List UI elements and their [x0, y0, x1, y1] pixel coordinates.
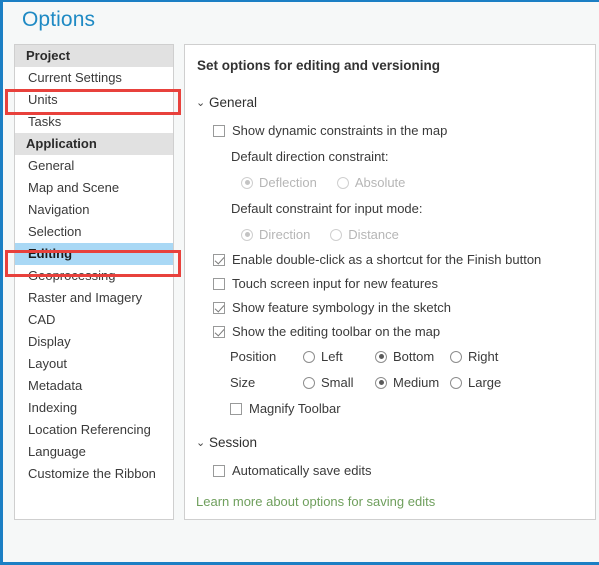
radio-direction[interactable]: Direction [241, 227, 310, 242]
radio-label: Deflection [259, 175, 317, 190]
sidebar-item-tasks[interactable]: Tasks [15, 111, 173, 133]
radio-icon [303, 376, 315, 389]
options-dialog: Options Project Current Settings Units T… [0, 0, 599, 565]
options-sidebar: Project Current Settings Units Tasks App… [14, 44, 174, 520]
radio-icon [303, 350, 315, 363]
section-session-label: Session [209, 435, 258, 450]
sidebar-item-units[interactable]: Units [15, 89, 173, 111]
checkbox-show-dynamic-constraints[interactable]: Show dynamic constraints in the map [213, 123, 447, 138]
radio-label: Absolute [354, 175, 406, 190]
checkbox-show-feature-symbology[interactable]: Show feature symbology in the sketch [213, 300, 451, 315]
section-general-label: General [209, 95, 258, 110]
radio-icon [450, 376, 462, 389]
radio-absolute[interactable]: Absolute [336, 175, 406, 190]
radio-label: Direction [259, 227, 311, 242]
page-title: Options [22, 8, 96, 31]
radio-size-medium[interactable]: Medium [375, 375, 439, 390]
label-default-input-mode-constraint: Default constraint for input mode: [231, 201, 423, 216]
checkbox-label: Show feature symbology in the sketch [232, 300, 451, 315]
sidebar-item-selection[interactable]: Selection [15, 221, 173, 243]
checkbox-icon [213, 277, 225, 290]
checkbox-label: Automatically save edits [232, 463, 372, 478]
radio-size-large[interactable]: Large [450, 375, 501, 390]
sidebar-item-location-referencing[interactable]: Location Referencing [15, 419, 173, 441]
checkbox-show-editing-toolbar[interactable]: Show the editing toolbar on the map [213, 324, 440, 339]
radio-icon [241, 176, 253, 189]
checkbox-label: Show the editing toolbar on the map [232, 324, 441, 339]
sidebar-item-cad[interactable]: CAD [15, 309, 173, 331]
sidebar-item-editing[interactable]: Editing [15, 243, 173, 265]
sidebar-item-metadata[interactable]: Metadata [15, 375, 173, 397]
sidebar-item-indexing[interactable]: Indexing [15, 397, 173, 419]
label-default-direction-constraint: Default direction constraint: [231, 149, 389, 164]
radio-position-right[interactable]: Right [450, 349, 498, 364]
sidebar-item-language[interactable]: Language [15, 441, 173, 463]
checkbox-label: Touch screen input for new features [232, 276, 438, 291]
sidebar-group-header-project: Project [15, 45, 173, 67]
checkbox-icon [213, 464, 225, 477]
checkbox-touch-screen-input[interactable]: Touch screen input for new features [213, 276, 438, 291]
sidebar-item-geoprocessing[interactable]: Geoprocessing [15, 265, 173, 287]
radio-icon [375, 376, 387, 389]
sidebar-item-customize-the-ribbon[interactable]: Customize the Ribbon [15, 463, 173, 485]
radio-label: Medium [393, 375, 440, 390]
learn-more-link[interactable]: Learn more about options for saving edit… [196, 494, 435, 509]
options-content-panel: Set options for editing and versioning ⌄… [184, 44, 596, 520]
radio-label: Right [468, 349, 499, 364]
checkbox-icon [213, 124, 225, 137]
checkbox-icon [213, 325, 225, 338]
radio-position-left[interactable]: Left [303, 349, 343, 364]
radio-label: Distance [348, 227, 399, 242]
sidebar-item-navigation[interactable]: Navigation [15, 199, 173, 221]
sidebar-item-display[interactable]: Display [15, 331, 173, 353]
chevron-down-icon: ⌄ [196, 97, 206, 109]
checkbox-automatically-save-edits[interactable]: Automatically save edits [213, 463, 371, 478]
content-heading: Set options for editing and versioning [197, 58, 441, 73]
radio-icon [241, 228, 253, 241]
section-session[interactable]: ⌄ Session [196, 435, 257, 450]
checkbox-magnify-toolbar[interactable]: Magnify Toolbar [230, 401, 341, 416]
radiogroup-default-direction-constraint: Deflection Absolute [241, 175, 405, 190]
checkbox-icon [213, 253, 225, 266]
checkbox-enable-double-click[interactable]: Enable double-click as a shortcut for th… [213, 252, 541, 267]
radio-position-bottom[interactable]: Bottom [375, 349, 434, 364]
radiogroup-default-input-mode-constraint: Direction Distance [241, 227, 399, 242]
label-size: Size [230, 375, 256, 390]
section-general[interactable]: ⌄ General [196, 95, 257, 110]
radio-distance[interactable]: Distance [330, 227, 399, 242]
radio-label: Left [321, 349, 343, 364]
sidebar-item-layout[interactable]: Layout [15, 353, 173, 375]
checkbox-label: Magnify Toolbar [249, 401, 341, 416]
radio-label: Small [321, 375, 354, 390]
radio-icon [330, 228, 343, 241]
sidebar-item-raster-and-imagery[interactable]: Raster and Imagery [15, 287, 173, 309]
sidebar-item-general[interactable]: General [15, 155, 173, 177]
chevron-down-icon: ⌄ [196, 437, 206, 449]
radio-icon [375, 350, 387, 363]
sidebar-item-current-settings[interactable]: Current Settings [15, 67, 173, 89]
sidebar-item-map-and-scene[interactable]: Map and Scene [15, 177, 173, 199]
radio-deflection[interactable]: Deflection [241, 175, 317, 190]
checkbox-label: Enable double-click as a shortcut for th… [232, 252, 542, 267]
radio-label: Large [468, 375, 502, 390]
radio-label: Bottom [393, 349, 435, 364]
checkbox-icon [230, 402, 242, 415]
checkbox-label: Show dynamic constraints in the map [232, 123, 448, 138]
sidebar-group-header-application: Application [15, 133, 173, 155]
checkbox-icon [213, 301, 225, 314]
label-position: Position [230, 349, 277, 364]
radio-size-small[interactable]: Small [303, 375, 354, 390]
radio-icon [336, 176, 349, 189]
radio-icon [450, 350, 462, 363]
